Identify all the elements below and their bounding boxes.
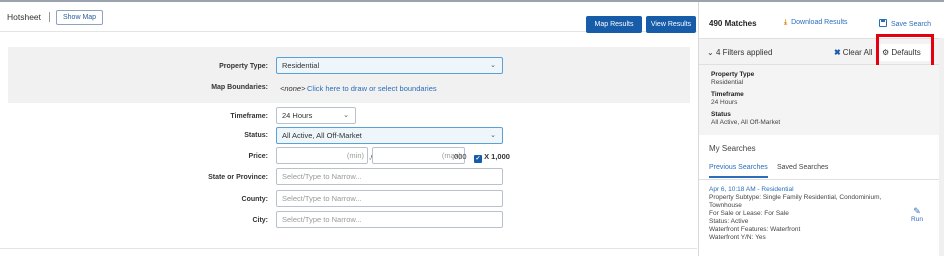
- toolbar: Hotsheet Show Map Map Results View Resul…: [0, 2, 697, 33]
- clear-all-button[interactable]: ✖ Clear All: [834, 48, 873, 57]
- price-max-suffix: ,000: [452, 152, 467, 161]
- map-results-button[interactable]: Map Results: [586, 16, 642, 33]
- show-map-button[interactable]: Show Map: [56, 10, 104, 25]
- price-min-placeholder: (min): [346, 151, 364, 160]
- tab-previous-searches[interactable]: Previous Searches: [709, 164, 768, 178]
- match-count: 490 Matches: [709, 19, 757, 28]
- close-icon: ✖: [834, 48, 841, 57]
- city-placeholder: Select/Type to Narrow...: [282, 215, 362, 224]
- map-boundaries-label: Map Boundaries:: [211, 84, 268, 91]
- status-value: All Active, All Off-Market: [282, 131, 362, 140]
- county-label: County:: [241, 196, 268, 203]
- state-input[interactable]: Select/Type to Narrow...: [276, 168, 503, 185]
- property-section: [8, 47, 690, 103]
- previous-search-title[interactable]: Apr 6, 10:18 AM - Residential: [709, 186, 794, 193]
- city-label: City:: [252, 217, 268, 224]
- download-icon: ⤓: [784, 19, 788, 26]
- applied-filters-list: Property Type Residential Timeframe 24 H…: [699, 65, 939, 135]
- search-detail-line: Waterfront Y/N: Yes: [709, 234, 766, 241]
- save-icon: [879, 19, 887, 27]
- wrench-icon: ✎: [913, 206, 921, 216]
- city-input[interactable]: Select/Type to Narrow...: [276, 211, 503, 228]
- filters-summary: 4 Filters applied: [715, 48, 773, 57]
- search-detail-line: Property Subtype: Single Family Resident…: [709, 194, 882, 201]
- divider: [0, 248, 697, 249]
- state-placeholder: Select/Type to Narrow...: [282, 172, 362, 181]
- property-type-label: Property Type:: [219, 63, 268, 70]
- status-label: Status:: [244, 132, 268, 139]
- filter-value: 24 Hours: [711, 99, 738, 106]
- clear-all-label: Clear All: [842, 48, 873, 57]
- download-results-link[interactable]: ⤓ Download Results: [784, 19, 848, 27]
- county-placeholder: Select/Type to Narrow...: [282, 194, 362, 203]
- search-detail-line: Townhouse: [709, 202, 742, 209]
- chevron-down-icon: ⌄: [490, 132, 496, 139]
- page-title: Hotsheet: [7, 12, 42, 22]
- search-detail-line: For Sale or Lease: For Sale: [709, 210, 789, 217]
- filter-value: Residential: [711, 79, 744, 86]
- multiplier-toggle[interactable]: ✓ X 1,000: [474, 152, 510, 163]
- state-label: State or Province:: [208, 174, 268, 181]
- toolbar-divider: [49, 12, 50, 22]
- results-sidebar: 490 Matches ⤓ Download Results Save Searc…: [698, 2, 944, 256]
- filter-title: Property Type: [711, 71, 755, 78]
- scrollbar[interactable]: [939, 38, 944, 256]
- property-type-value: Residential: [282, 61, 320, 70]
- filters-toggle[interactable]: ⌄ 4 Filters applied: [707, 48, 772, 57]
- search-detail-line: Waterfront Features: Waterfront: [709, 226, 801, 233]
- timeframe-select[interactable]: 24 Hours ⌄: [276, 107, 356, 124]
- chevron-down-icon: ⌄: [490, 62, 496, 69]
- my-searches-heading: My Searches: [709, 144, 756, 153]
- map-boundaries-value: <none>: [280, 84, 306, 93]
- download-label: Download Results: [791, 19, 848, 26]
- tab-saved-searches[interactable]: Saved Searches: [777, 164, 828, 171]
- run-search-button[interactable]: ✎ Run: [907, 206, 927, 224]
- multiplier-label: X 1,000: [484, 152, 510, 161]
- save-search-label: Save Search: [891, 21, 932, 28]
- chevron-down-icon: ⌄: [343, 112, 349, 119]
- filter-title: Timeframe: [711, 91, 744, 98]
- timeframe-value: 24 Hours: [282, 111, 313, 120]
- run-label: Run: [911, 216, 923, 223]
- price-min-input[interactable]: (min): [276, 147, 368, 164]
- searches-tabs: Previous Searches Saved Searches: [699, 160, 939, 180]
- county-input[interactable]: Select/Type to Narrow...: [276, 190, 503, 207]
- property-type-select[interactable]: Residential ⌄: [276, 57, 503, 74]
- timeframe-label: Timeframe:: [230, 113, 268, 120]
- search-detail-line: Status: Active: [709, 218, 749, 225]
- filter-value: All Active, All Off-Market: [711, 119, 781, 126]
- status-select[interactable]: All Active, All Off-Market ⌄: [276, 127, 503, 144]
- results-header: 490 Matches ⤓ Download Results Save Searc…: [699, 2, 944, 38]
- search-form-panel: Hotsheet Show Map Map Results View Resul…: [0, 2, 697, 256]
- draw-boundaries-link[interactable]: Click here to draw or select boundaries: [307, 84, 437, 93]
- save-search-link[interactable]: Save Search: [879, 19, 931, 28]
- chevron-down-icon: ⌄: [707, 48, 716, 57]
- price-label: Price:: [248, 153, 268, 160]
- checkbox-checked-icon[interactable]: ✓: [474, 155, 482, 163]
- view-results-button[interactable]: View Results: [646, 16, 696, 33]
- filter-title: Status: [711, 111, 731, 118]
